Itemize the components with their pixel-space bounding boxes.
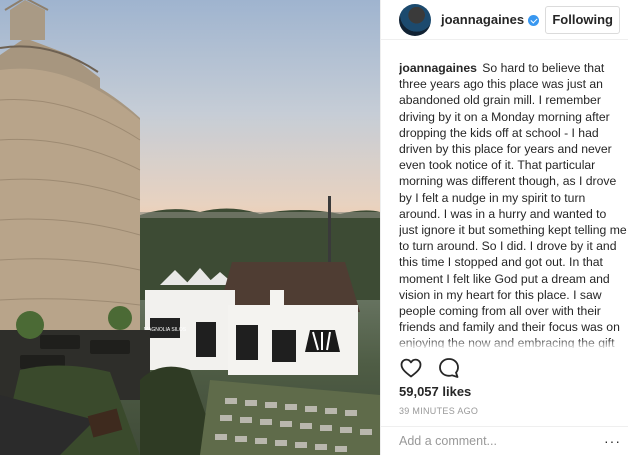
speech-bubble-icon[interactable]: [437, 356, 461, 380]
caption-text: So hard to believe that three years ago …: [399, 61, 627, 348]
post-header: joannagaines Following: [381, 0, 628, 40]
more-options-icon[interactable]: ···: [604, 433, 621, 449]
photo-scene: MAGNOLIA SILOS: [0, 0, 380, 455]
post-sidebar: joannagaines Following joannagaines So h…: [380, 0, 628, 455]
heart-icon[interactable]: [399, 356, 423, 380]
comment-input[interactable]: [399, 434, 599, 448]
verified-badge-icon: [528, 15, 540, 26]
post-actions: [399, 356, 461, 380]
avatar[interactable]: [399, 3, 431, 36]
storefront-sign: MAGNOLIA SILOS: [144, 327, 187, 333]
post-timestamp[interactable]: 39 MINUTES AGO: [399, 406, 478, 416]
caption-username[interactable]: joannagaines: [399, 61, 477, 75]
like-count[interactable]: 59,057 likes: [399, 384, 471, 399]
post-photo[interactable]: MAGNOLIA SILOS: [0, 0, 380, 455]
post-author-username[interactable]: joannagaines: [441, 12, 524, 27]
caption-fade: [399, 338, 627, 350]
comment-bar: ···: [381, 426, 628, 455]
post-caption: joannagaines So hard to believe that thr…: [399, 60, 627, 348]
following-button[interactable]: Following: [545, 5, 620, 34]
